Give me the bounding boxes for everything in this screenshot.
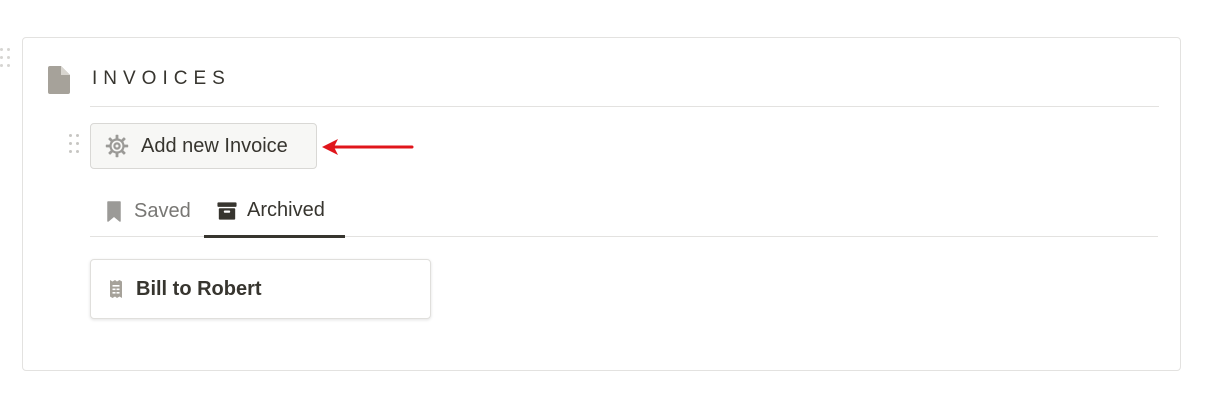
invoices-panel: INVOICES Add new Invoice Saved Archived … <box>22 37 1181 371</box>
card-title: Bill to Robert <box>136 277 262 300</box>
invoice-card[interactable]: Bill to Robert <box>90 259 431 319</box>
bookmark-icon <box>104 201 124 223</box>
gear-icon <box>105 134 129 158</box>
block-drag-handle[interactable] <box>0 48 10 70</box>
drag-handle-icon[interactable] <box>66 134 80 158</box>
add-new-invoice-button[interactable]: Add new Invoice <box>90 123 317 169</box>
receipt-icon <box>108 278 124 300</box>
tab-label: Saved <box>134 200 191 222</box>
page-icon <box>48 66 70 94</box>
section-title: INVOICES <box>92 68 231 89</box>
tab-archived[interactable]: Archived <box>204 186 345 238</box>
view-tabs: Saved Archived <box>90 186 1158 238</box>
tab-saved[interactable]: Saved <box>104 186 191 237</box>
archive-icon <box>217 200 237 222</box>
add-button-label: Add new Invoice <box>141 134 288 157</box>
tab-label: Archived <box>247 199 325 221</box>
divider <box>90 106 1159 107</box>
annotation-arrow-icon <box>322 139 414 155</box>
